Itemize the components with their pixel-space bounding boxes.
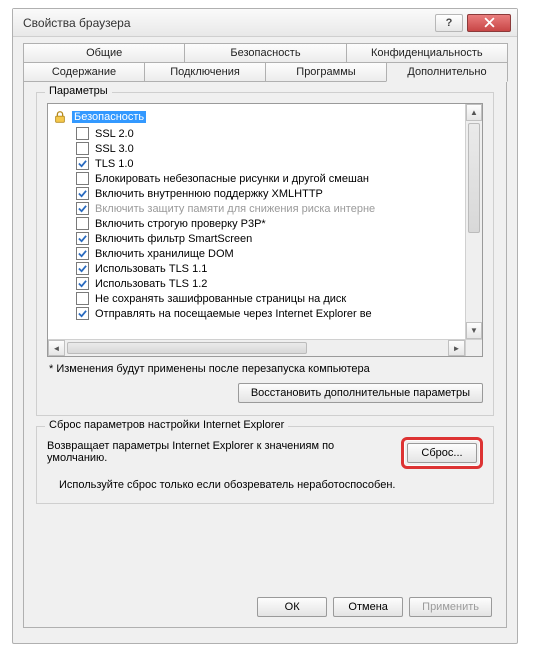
tab-connections[interactable]: Подключения <box>144 62 266 82</box>
list-item-label: SSL 3.0 <box>95 143 134 155</box>
scroll-corner <box>465 339 482 356</box>
tab-programs[interactable]: Программы <box>265 62 387 82</box>
close-button[interactable] <box>467 14 511 32</box>
list-item[interactable]: Включить строгую проверку P3P* <box>50 216 463 231</box>
list-item[interactable]: Отправлять на посещаемые через Internet … <box>50 306 463 321</box>
group-reset-title: Сброс параметров настройки Internet Expl… <box>45 419 288 431</box>
reset-description: Возвращает параметры Internet Explorer к… <box>47 437 391 464</box>
list-item-label: TLS 1.0 <box>95 158 134 170</box>
list-item-label: Включить защиту памяти для снижения риск… <box>95 203 375 215</box>
group-parameters: Параметры Безопасность SSL 2.0SSL 3.0TLS… <box>36 92 494 416</box>
scroll-right-arrow-icon[interactable]: ► <box>448 340 465 356</box>
tab-advanced[interactable]: Дополнительно <box>386 62 508 82</box>
list-item[interactable]: Использовать TLS 1.1 <box>50 261 463 276</box>
group-reset: Сброс параметров настройки Internet Expl… <box>36 426 494 504</box>
close-icon <box>484 17 495 28</box>
list-item[interactable]: Включить защиту памяти для снижения риск… <box>50 201 463 216</box>
settings-list-content: Безопасность SSL 2.0 SSL 3.0 TLS 1.0 Блокир… <box>48 104 465 339</box>
checkbox[interactable] <box>76 142 89 155</box>
restart-note: * Изменения будут применены после переза… <box>49 363 481 375</box>
list-item-label: Включить хранилище DOM <box>95 248 234 260</box>
category-label: Безопасность <box>72 111 146 123</box>
list-item[interactable]: Включить фильтр SmartScreen <box>50 231 463 246</box>
checkbox[interactable] <box>76 202 89 215</box>
group-parameters-title: Параметры <box>45 85 112 97</box>
checkbox[interactable] <box>76 217 89 230</box>
list-item-label: Включить строгую проверку P3P* <box>95 218 266 230</box>
list-item-label: Включить внутреннюю поддержку XMLHTTP <box>95 188 323 200</box>
dialog-window: Свойства браузера ? Общие Безопасность К… <box>12 8 518 644</box>
reset-note: Используйте сброс только если обозревате… <box>47 479 483 491</box>
list-item[interactable]: Блокировать небезопасные рисунки и друго… <box>50 171 463 186</box>
checkbox[interactable] <box>76 277 89 290</box>
checkbox[interactable] <box>76 172 89 185</box>
tab-panel-advanced: Параметры Безопасность SSL 2.0 SSL 3.0 TLS… <box>23 82 507 628</box>
scroll-down-arrow-icon[interactable]: ▼ <box>466 322 482 339</box>
help-button[interactable]: ? <box>435 14 463 32</box>
list-item-label: Использовать TLS 1.2 <box>95 278 207 290</box>
list-item[interactable]: Использовать TLS 1.2 <box>50 276 463 291</box>
apply-button[interactable]: Применить <box>409 597 492 617</box>
horizontal-scrollbar[interactable]: ◄ ► <box>48 339 465 356</box>
lock-icon <box>52 109 68 125</box>
titlebar: Свойства браузера ? <box>13 9 517 37</box>
tab-privacy[interactable]: Конфиденциальность <box>346 43 508 63</box>
category-row-security[interactable]: Безопасность <box>50 108 463 126</box>
checkbox[interactable] <box>76 157 89 170</box>
vertical-scrollbar[interactable]: ▲ ▼ <box>465 104 482 339</box>
tab-security[interactable]: Безопасность <box>184 43 346 63</box>
checkbox[interactable] <box>76 232 89 245</box>
tab-strip: Общие Безопасность Конфиденциальность Со… <box>23 43 507 82</box>
list-item[interactable]: TLS 1.0 <box>50 156 463 171</box>
list-item-label: Не сохранять зашифрованные страницы на д… <box>95 293 346 305</box>
tab-content[interactable]: Содержание <box>23 62 145 82</box>
list-item[interactable]: Включить внутреннюю поддержку XMLHTTP <box>50 186 463 201</box>
reset-button[interactable]: Сброс... <box>407 443 477 463</box>
reset-button-highlight: Сброс... <box>401 437 483 469</box>
scroll-up-arrow-icon[interactable]: ▲ <box>466 104 482 121</box>
cancel-button[interactable]: Отмена <box>333 597 403 617</box>
scroll-vthumb[interactable] <box>468 123 480 233</box>
checkbox[interactable] <box>76 307 89 320</box>
checkbox[interactable] <box>76 262 89 275</box>
list-item[interactable]: Не сохранять зашифрованные страницы на д… <box>50 291 463 306</box>
checkbox[interactable] <box>76 187 89 200</box>
list-item-label: SSL 2.0 <box>95 128 134 140</box>
checkbox[interactable] <box>76 127 89 140</box>
list-item-label: Блокировать небезопасные рисунки и друго… <box>95 173 369 185</box>
list-item[interactable]: SSL 2.0 <box>50 126 463 141</box>
tab-general[interactable]: Общие <box>23 43 185 63</box>
window-title: Свойства браузера <box>23 16 435 30</box>
restore-defaults-button[interactable]: Восстановить дополнительные параметры <box>238 383 483 403</box>
scroll-left-arrow-icon[interactable]: ◄ <box>48 340 65 356</box>
checkbox[interactable] <box>76 247 89 260</box>
checkbox[interactable] <box>76 292 89 305</box>
list-item-label: Отправлять на посещаемые через Internet … <box>95 308 372 320</box>
settings-listbox[interactable]: Безопасность SSL 2.0 SSL 3.0 TLS 1.0 Блокир… <box>47 103 483 357</box>
scroll-hthumb[interactable] <box>67 342 307 354</box>
list-item[interactable]: SSL 3.0 <box>50 141 463 156</box>
list-item[interactable]: Включить хранилище DOM <box>50 246 463 261</box>
list-item-label: Использовать TLS 1.1 <box>95 263 207 275</box>
ok-button[interactable]: ОК <box>257 597 327 617</box>
list-item-label: Включить фильтр SmartScreen <box>95 233 252 245</box>
dialog-footer: ОК Отмена Применить <box>24 597 506 617</box>
scroll-vtrack[interactable] <box>466 121 482 322</box>
